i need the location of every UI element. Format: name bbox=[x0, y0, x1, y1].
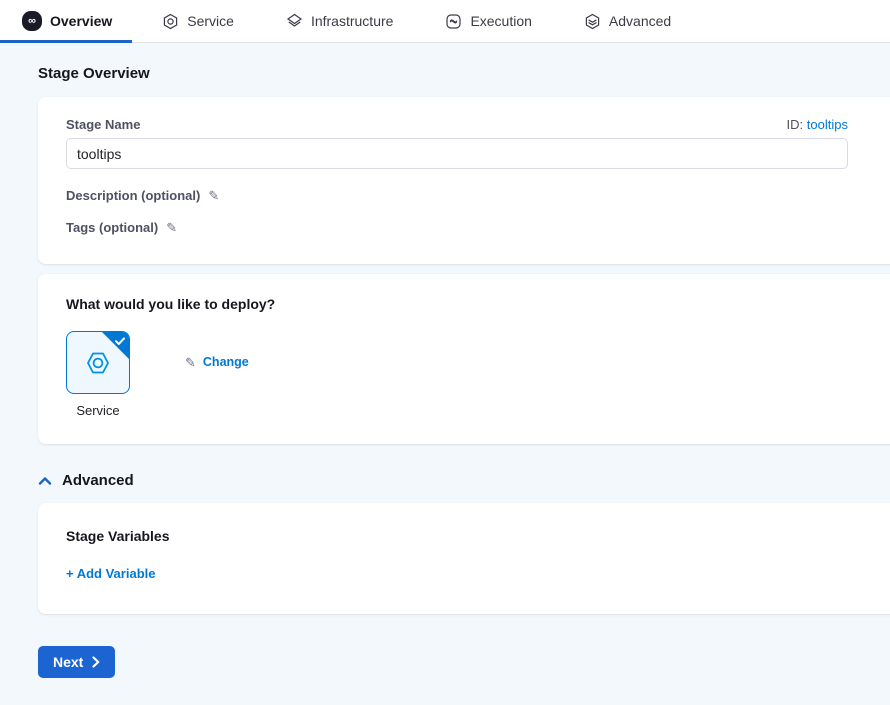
deploy-question: What would you like to deploy? bbox=[66, 296, 872, 312]
harness-stage-icon: ∞ bbox=[22, 11, 42, 31]
check-icon bbox=[114, 335, 126, 347]
deploy-type-card: What would you like to deploy? Service bbox=[38, 274, 890, 444]
edit-pencil-icon: ✎ bbox=[185, 356, 196, 369]
stage-variables-title: Stage Variables bbox=[66, 528, 872, 544]
infrastructure-icon bbox=[286, 13, 303, 30]
execution-icon bbox=[445, 13, 462, 30]
next-button[interactable]: Next bbox=[38, 646, 115, 678]
tab-service-label: Service bbox=[187, 13, 234, 29]
tab-infrastructure-label: Infrastructure bbox=[311, 13, 393, 29]
active-tab-underline bbox=[0, 40, 132, 43]
stage-overview-panel: Stage Overview Stage Name ID: tooltips D… bbox=[0, 65, 890, 678]
add-variable-link[interactable]: + Add Variable bbox=[66, 566, 155, 581]
change-deploy-type-link[interactable]: ✎ Change bbox=[185, 355, 249, 369]
tab-service[interactable]: Service bbox=[136, 0, 260, 42]
chevron-up-icon bbox=[38, 476, 52, 486]
stage-tabbar: ∞ Overview Service Infrastructure Execut… bbox=[0, 0, 890, 43]
tab-execution[interactable]: Execution bbox=[419, 0, 557, 42]
stage-variables-card: Stage Variables + Add Variable bbox=[38, 503, 890, 614]
edit-description-icon[interactable]: ✎ bbox=[208, 189, 219, 202]
stage-id-label: ID: bbox=[787, 117, 804, 132]
next-button-label: Next bbox=[53, 654, 83, 670]
tab-advanced-label: Advanced bbox=[609, 13, 671, 29]
tags-label: Tags (optional) bbox=[66, 220, 158, 235]
stage-name-label: Stage Name bbox=[66, 117, 140, 132]
stage-id: ID: tooltips bbox=[787, 117, 848, 132]
stage-identity-card: Stage Name ID: tooltips Description (opt… bbox=[38, 97, 890, 264]
stage-id-value-link[interactable]: tooltips bbox=[807, 117, 848, 132]
tab-overview-label: Overview bbox=[50, 13, 112, 29]
tab-overview[interactable]: ∞ Overview bbox=[0, 0, 136, 42]
stage-name-input[interactable] bbox=[66, 138, 848, 169]
change-link-label: Change bbox=[203, 355, 249, 369]
advanced-icon bbox=[584, 13, 601, 30]
deploy-type-label: Service bbox=[66, 403, 130, 418]
edit-tags-icon[interactable]: ✎ bbox=[166, 221, 177, 234]
stage-config-page: ∞ Overview Service Infrastructure Execut… bbox=[0, 0, 890, 705]
description-label: Description (optional) bbox=[66, 188, 200, 203]
page-title: Stage Overview bbox=[38, 65, 890, 82]
service-icon bbox=[162, 13, 179, 30]
advanced-section-title: Advanced bbox=[62, 472, 134, 489]
tab-advanced[interactable]: Advanced bbox=[558, 0, 697, 42]
deploy-type-tile-service[interactable] bbox=[66, 331, 130, 394]
chevron-right-icon bbox=[92, 656, 100, 668]
tab-infrastructure[interactable]: Infrastructure bbox=[260, 0, 419, 42]
tab-execution-label: Execution bbox=[470, 13, 531, 29]
advanced-section-toggle[interactable]: Advanced bbox=[38, 472, 890, 489]
